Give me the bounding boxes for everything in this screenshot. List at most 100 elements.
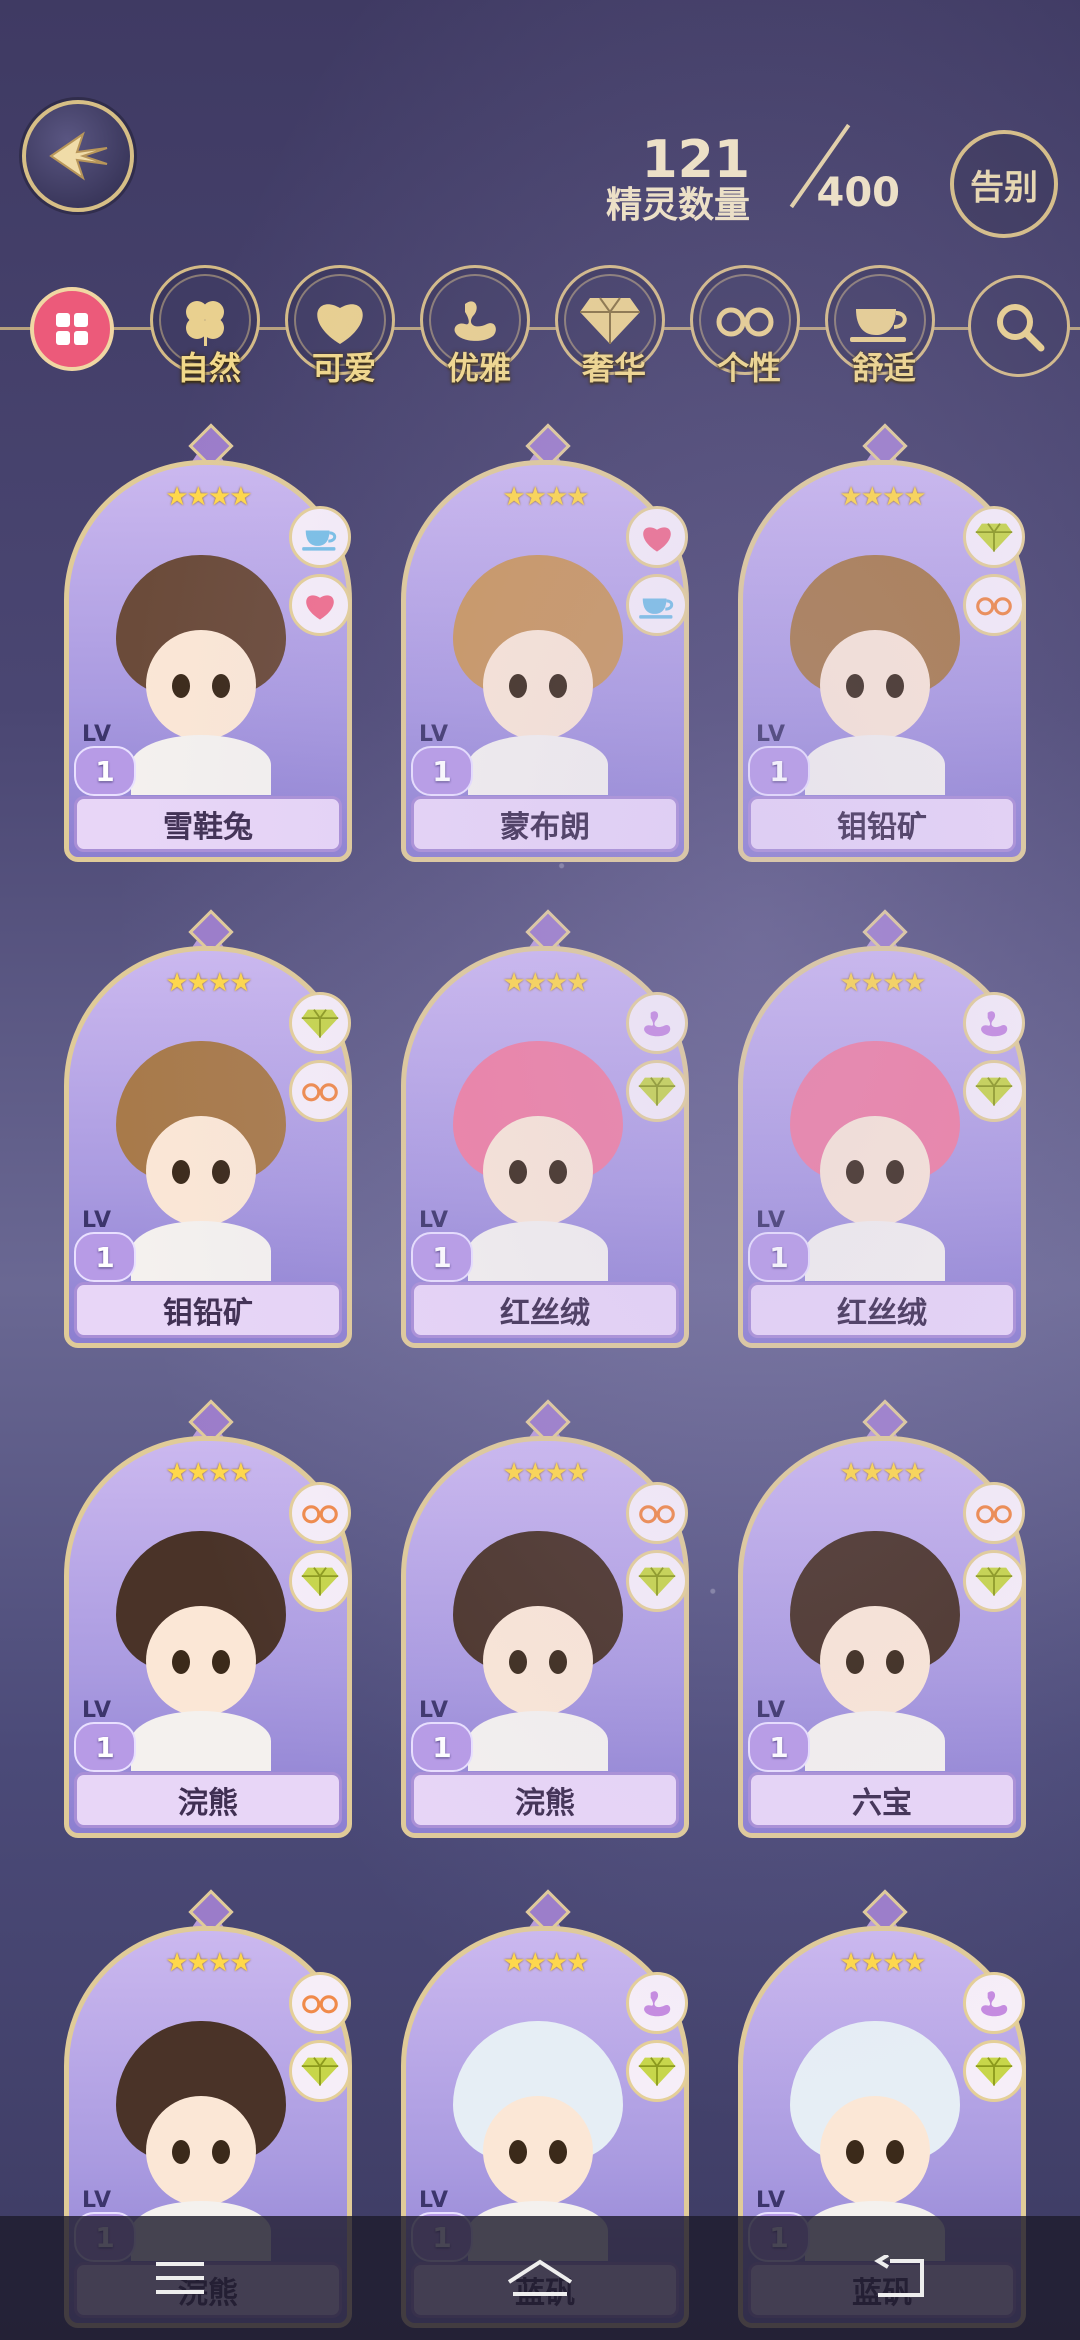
spirit-card[interactable]: ★★★★ LV 1 红丝绒: [738, 909, 1026, 1348]
swan-icon: [626, 992, 688, 1054]
spirit-card[interactable]: ★★★★ LV 1 钼铅矿: [738, 423, 1026, 862]
back-button[interactable]: [22, 100, 134, 212]
portrait-body: [805, 735, 945, 795]
level-label: LV: [419, 2188, 450, 2213]
portrait-face: [146, 1116, 256, 1226]
search-icon: [997, 304, 1045, 352]
level-label: LV: [82, 722, 113, 747]
teacup-icon: [289, 506, 351, 568]
portrait-face: [483, 1116, 593, 1226]
glasses-icon: [963, 574, 1025, 636]
portrait-eye: [212, 1160, 230, 1184]
level-indicator: LV 1: [744, 722, 814, 796]
level-label: LV: [756, 722, 787, 747]
filter-comfort-label: 舒适: [851, 349, 916, 387]
nav-back-button[interactable]: [840, 2233, 960, 2323]
portrait-face: [483, 1606, 593, 1716]
filter-comfort[interactable]: 舒适: [825, 265, 943, 387]
diamond-icon: [963, 1550, 1025, 1612]
portrait-eye: [172, 1650, 190, 1674]
filter-luxury[interactable]: 奢华: [555, 265, 673, 387]
nav-home-button[interactable]: [480, 2233, 600, 2323]
spirit-name: 红丝绒: [411, 1282, 679, 1338]
spirit-name: 六宝: [748, 1772, 1016, 1828]
heart-icon: [289, 574, 351, 636]
home-icon: [507, 2259, 573, 2296]
farewell-label: 告别: [970, 167, 1038, 208]
portrait-body: [468, 1221, 608, 1281]
glasses-icon: [289, 1972, 351, 2034]
filter-personality[interactable]: 个性: [690, 265, 808, 387]
level-indicator: LV 1: [70, 1698, 140, 1772]
spirit-card[interactable]: ★★★★ LV 1 红丝绒: [401, 909, 689, 1348]
portrait-eye: [172, 2140, 190, 2164]
level-label: LV: [419, 1698, 450, 1723]
portrait-eye: [886, 674, 904, 698]
portrait-eye: [549, 674, 567, 698]
diamond-icon: [626, 1550, 688, 1612]
portrait-eye: [846, 2140, 864, 2164]
portrait-eye: [172, 674, 190, 698]
level-label: LV: [82, 1208, 113, 1233]
spirit-name: 钼铅矿: [748, 796, 1016, 852]
spirit-card[interactable]: ★★★★ LV 1 钼铅矿: [64, 909, 352, 1348]
spirit-card[interactable]: ★★★★ LV 1 蒙布朗: [401, 423, 689, 862]
grid-icon: [56, 313, 88, 345]
level-value: 1: [411, 746, 473, 796]
swan-icon: [626, 1972, 688, 2034]
portrait-body: [468, 1711, 608, 1771]
filter-nature[interactable]: 自然: [150, 265, 268, 387]
diamond-icon: [963, 506, 1025, 568]
portrait-eye: [509, 674, 527, 698]
spirit-name: 钼铅矿: [74, 1282, 342, 1338]
portrait-eye: [212, 1650, 230, 1674]
spirit-name: 雪鞋兔: [74, 796, 342, 852]
level-label: LV: [419, 722, 450, 747]
level-value: 1: [74, 1722, 136, 1772]
spirit-name: 浣熊: [411, 1772, 679, 1828]
filter-cute[interactable]: 可爱: [285, 265, 403, 387]
level-label: LV: [82, 1698, 113, 1723]
spirit-card[interactable]: ★★★★ LV 1 六宝: [738, 1399, 1026, 1838]
search-button[interactable]: [968, 275, 1070, 377]
filter-all-button[interactable]: [30, 287, 114, 371]
glasses-icon: [626, 1482, 688, 1544]
portrait-eye: [509, 1650, 527, 1674]
portrait-eye: [886, 1160, 904, 1184]
portrait-eye: [212, 2140, 230, 2164]
diamond-icon: [289, 1550, 351, 1612]
teacup-icon: [626, 574, 688, 636]
nav-menu-button[interactable]: [120, 2233, 240, 2323]
portrait-face: [146, 2096, 256, 2206]
filter-elegant-label: 优雅: [446, 349, 511, 387]
spirit-name: 浣熊: [74, 1772, 342, 1828]
portrait-face: [146, 630, 256, 740]
level-indicator: LV 1: [744, 1698, 814, 1772]
back-icon: [874, 2255, 924, 2297]
portrait-eye: [172, 1160, 190, 1184]
portrait-eye: [509, 1160, 527, 1184]
level-indicator: LV 1: [70, 1208, 140, 1282]
farewell-button[interactable]: 告别: [950, 130, 1058, 238]
portrait-eye: [549, 1650, 567, 1674]
portrait-body: [131, 1221, 271, 1281]
heart-icon: [626, 506, 688, 568]
portrait-body: [131, 1711, 271, 1771]
portrait-body: [805, 1711, 945, 1771]
portrait-body: [468, 735, 608, 795]
portrait-face: [820, 2096, 930, 2206]
spirit-name: 红丝绒: [748, 1282, 1016, 1338]
spirit-card[interactable]: ★★★★ LV 1 雪鞋兔: [64, 423, 352, 862]
spirit-card[interactable]: ★★★★ LV 1 浣熊: [64, 1399, 352, 1838]
back-arrow-icon: [49, 131, 108, 181]
diamond-icon: [626, 1060, 688, 1122]
portrait-eye: [846, 1160, 864, 1184]
diamond-icon: [289, 992, 351, 1054]
glasses-icon: [289, 1482, 351, 1544]
level-value: 1: [411, 1232, 473, 1282]
filter-elegant[interactable]: 优雅: [420, 265, 538, 387]
level-indicator: LV 1: [744, 1208, 814, 1282]
spirit-card[interactable]: ★★★★ LV 1 浣熊: [401, 1399, 689, 1838]
portrait-eye: [212, 674, 230, 698]
level-label: LV: [419, 1208, 450, 1233]
